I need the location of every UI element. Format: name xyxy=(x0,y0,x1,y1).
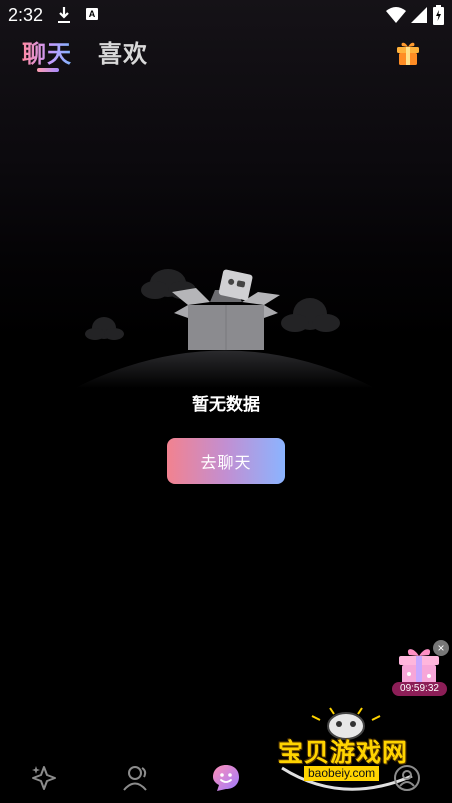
chat-page: 2:32 A 聊天 喜欢 暂无数据 去聊天 × 09:59:32 宝贝游戏网 b… xyxy=(0,0,452,803)
floating-gift-close-button[interactable]: × xyxy=(433,640,449,656)
notification-a-icon: A xyxy=(86,8,98,20)
empty-state-message: 暂无数据 xyxy=(192,395,260,414)
tab-chat[interactable]: 聊天 xyxy=(22,34,72,69)
sparkle-icon[interactable] xyxy=(30,763,60,793)
go-chat-button[interactable]: 去聊天 xyxy=(167,438,285,484)
profile-icon[interactable] xyxy=(392,763,422,793)
chat-bubble-icon[interactable] xyxy=(211,763,241,793)
signal-icon xyxy=(411,7,427,23)
floating-gift-widget[interactable]: × 09:59:32 xyxy=(390,640,449,700)
download-icon xyxy=(58,7,70,23)
wifi-icon xyxy=(386,7,406,23)
empty-box-icon xyxy=(75,269,375,388)
gift-icon[interactable] xyxy=(395,40,421,66)
battery-charging-icon xyxy=(433,5,444,25)
floating-gift-timer: 09:59:32 xyxy=(392,682,447,696)
active-tab-indicator xyxy=(37,68,59,72)
bottom-nav xyxy=(0,755,452,803)
status-time: 2:32 xyxy=(8,5,44,25)
status-bar: 2:32 A xyxy=(0,0,452,30)
people-icon[interactable] xyxy=(120,763,150,793)
tab-like[interactable]: 喜欢 xyxy=(98,34,148,69)
